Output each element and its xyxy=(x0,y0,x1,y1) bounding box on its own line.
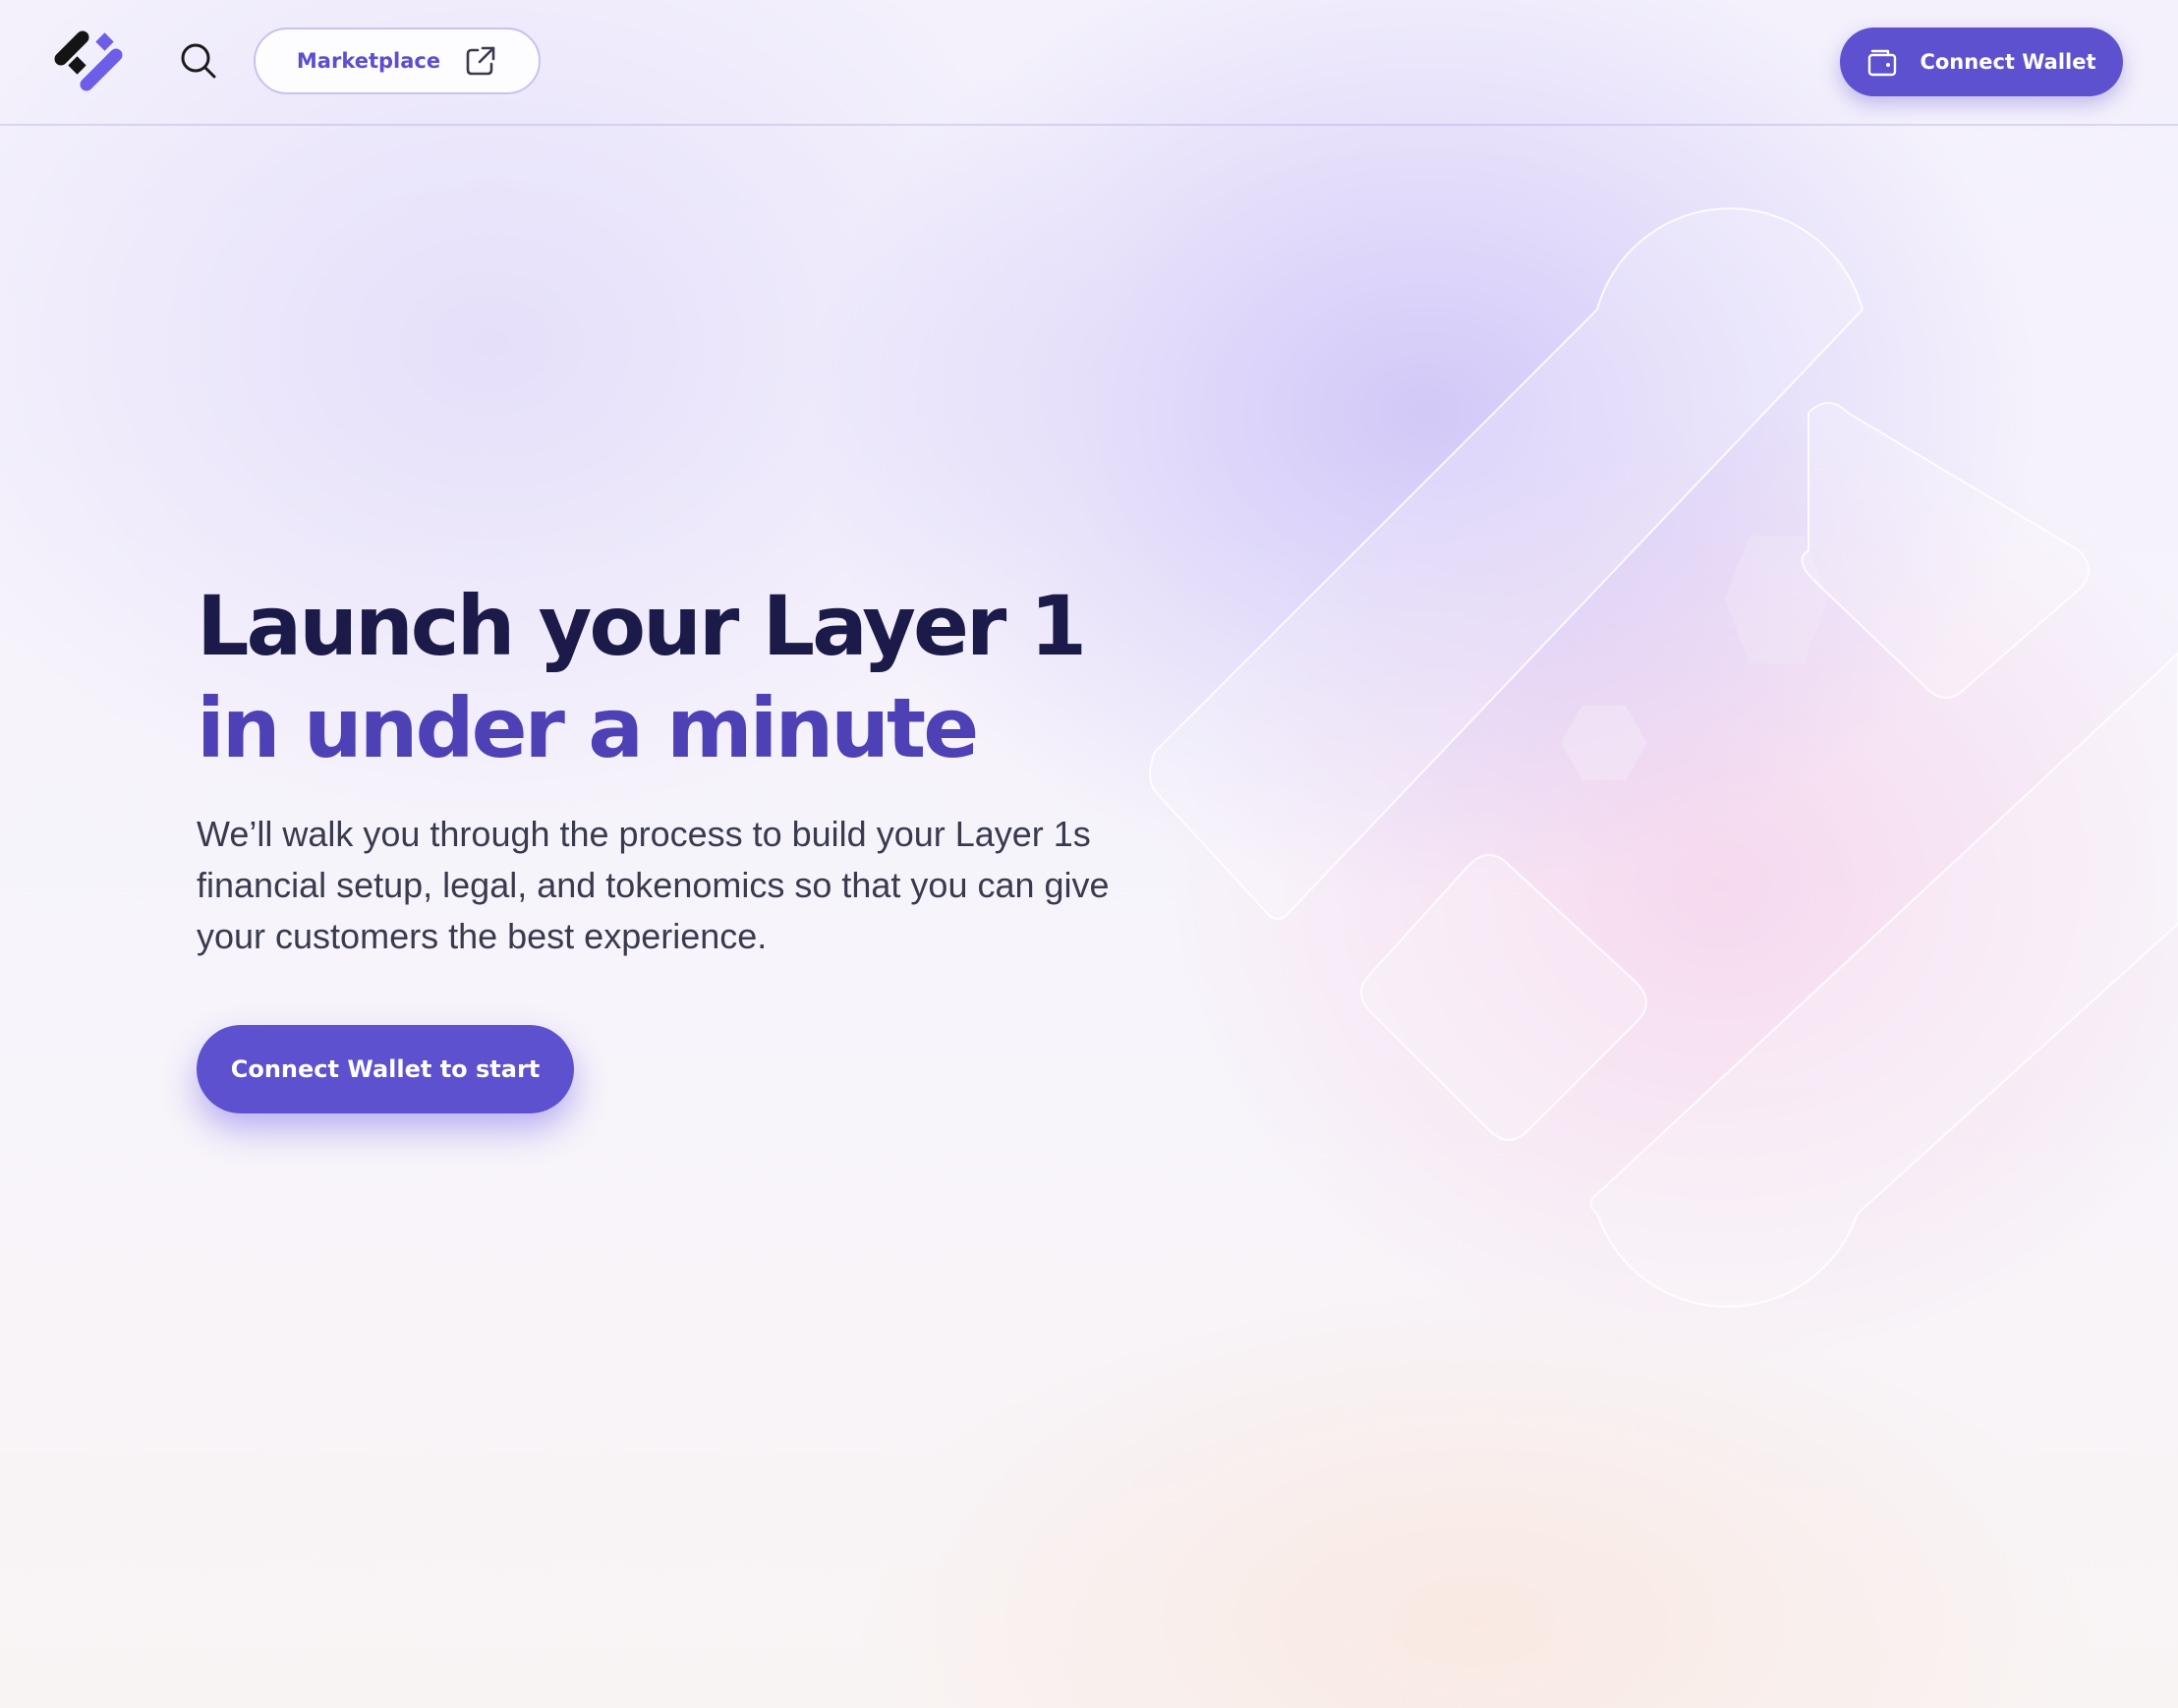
top-navbar: Marketplace Connect Wallet xyxy=(0,0,2178,126)
hero-description: We’ll walk you through the process to bu… xyxy=(197,814,1110,956)
connect-wallet-label: Connect Wallet xyxy=(1920,50,2096,74)
search-button[interactable] xyxy=(175,37,222,85)
wallet-icon xyxy=(1866,46,1898,78)
connect-wallet-to-start-button[interactable]: Connect Wallet to start xyxy=(197,1025,574,1113)
cta-label: Connect Wallet to start xyxy=(230,1055,541,1083)
hero-title-line-1: Launch your Layer 1 xyxy=(197,578,1087,674)
connect-wallet-button[interactable]: Connect Wallet xyxy=(1840,28,2123,96)
hero-section: Launch your Layer 1 in under a minute We… xyxy=(197,575,1179,997)
marketplace-button[interactable]: Marketplace xyxy=(254,28,541,94)
external-link-icon xyxy=(464,44,497,78)
marketplace-label: Marketplace xyxy=(296,49,441,73)
hero-title-line-2: in under a minute xyxy=(197,680,979,776)
brand-logo[interactable] xyxy=(51,26,130,96)
search-icon xyxy=(181,43,216,79)
